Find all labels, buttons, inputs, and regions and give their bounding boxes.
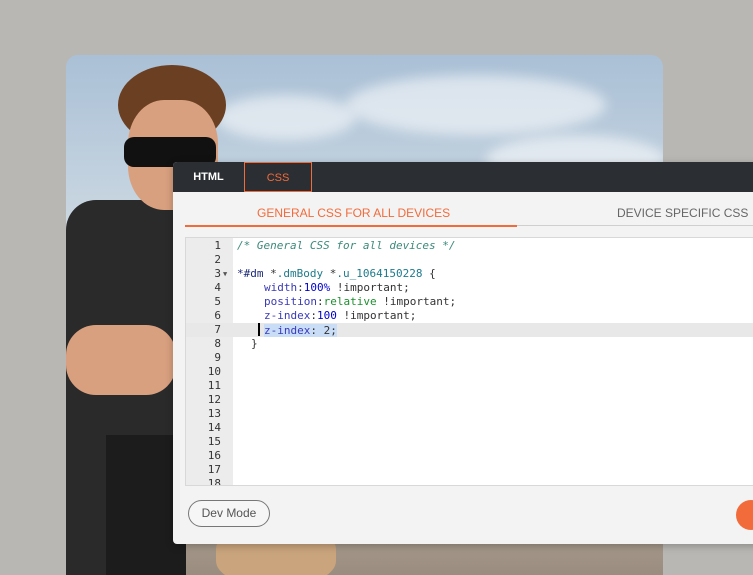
line-number: 10 bbox=[207, 365, 221, 378]
code-token: .dmBody bbox=[276, 267, 324, 280]
line-number: 9 bbox=[214, 351, 221, 364]
code-line: 9 bbox=[186, 351, 753, 365]
line-number: 13 bbox=[207, 407, 221, 420]
code-token: : bbox=[297, 281, 304, 294]
code-line: 13 bbox=[186, 407, 753, 421]
code-line: 5 position:relative !important; bbox=[186, 295, 753, 309]
line-number: 2 bbox=[214, 253, 221, 266]
code-token: { bbox=[422, 267, 436, 280]
code-line: 2 bbox=[186, 253, 753, 267]
code-token: relative bbox=[323, 295, 377, 308]
dev-mode-button[interactable]: Dev Mode bbox=[188, 500, 270, 527]
code-line: 15 bbox=[186, 435, 753, 449]
code-declaration-selected: z-index: 2; bbox=[258, 323, 337, 338]
code-line: 6 z-index:100 !important; bbox=[186, 309, 753, 323]
code-token: z-index bbox=[264, 324, 311, 337]
code-line: 18 bbox=[186, 477, 753, 486]
line-number: 3 bbox=[214, 267, 221, 280]
code-token: .u_1064150228 bbox=[336, 267, 423, 280]
code-token: : bbox=[316, 295, 324, 308]
editor-tab-bar: HTML CSS bbox=[173, 162, 753, 192]
code-line: 1 /* General CSS for all devices */ bbox=[186, 239, 753, 253]
tab-css[interactable]: CSS bbox=[244, 162, 312, 192]
line-number: 4 bbox=[214, 281, 221, 294]
code-line: 8 } bbox=[186, 337, 753, 351]
line-number: 16 bbox=[207, 449, 221, 462]
css-subtabs: GENERAL CSS FOR ALL DEVICES DEVICE SPECI… bbox=[185, 200, 753, 228]
code-token: * bbox=[323, 267, 337, 280]
code-token: * bbox=[237, 267, 244, 280]
code-line: 3 ▼ *#dm *.dmBody *.u_1064150228 { bbox=[186, 267, 753, 281]
code-selector: *#dm *.dmBody *.u_1064150228 { bbox=[237, 267, 436, 281]
active-subtab-indicator bbox=[185, 225, 517, 227]
code-line: 16 bbox=[186, 449, 753, 463]
line-number: 18 bbox=[207, 477, 221, 486]
code-line: 4 width:100% !important; bbox=[186, 281, 753, 295]
code-line: 10 bbox=[186, 365, 753, 379]
code-declaration: position:relative !important; bbox=[264, 295, 456, 309]
code-token: position bbox=[264, 295, 317, 308]
line-number: 6 bbox=[214, 309, 221, 322]
code-token: width bbox=[264, 281, 298, 294]
save-button[interactable] bbox=[736, 500, 753, 530]
line-number: 11 bbox=[207, 379, 221, 392]
code-token: #dm bbox=[243, 267, 264, 280]
code-token: !important; bbox=[376, 295, 457, 308]
line-number: 5 bbox=[214, 295, 221, 308]
tab-html[interactable]: HTML bbox=[173, 162, 244, 192]
subtab-divider bbox=[517, 225, 753, 226]
line-number: 14 bbox=[207, 421, 221, 434]
line-number: 7 bbox=[214, 323, 221, 336]
code-comment: /* General CSS for all devices */ bbox=[237, 239, 456, 252]
code-token: z-index bbox=[264, 309, 311, 322]
code-closing-brace: } bbox=[251, 337, 258, 350]
subtab-device-specific-css[interactable]: DEVICE SPECIFIC CSS bbox=[617, 206, 748, 220]
code-token: * bbox=[263, 267, 277, 280]
code-token: 100% bbox=[303, 281, 331, 294]
fold-arrow-icon[interactable]: ▼ bbox=[223, 267, 227, 281]
code-declaration: z-index:100 !important; bbox=[264, 309, 416, 323]
line-number: 12 bbox=[207, 393, 221, 406]
code-line: 17 bbox=[186, 463, 753, 477]
line-number: 1 bbox=[214, 239, 221, 252]
code-line: 14 bbox=[186, 421, 753, 435]
code-declaration: width:100% !important; bbox=[264, 281, 410, 295]
line-number: 17 bbox=[207, 463, 221, 476]
code-token: !important; bbox=[330, 281, 410, 294]
code-token: : bbox=[310, 309, 317, 322]
code-token: !important; bbox=[336, 309, 417, 322]
code-token: 100 bbox=[316, 309, 337, 322]
text-cursor bbox=[258, 323, 260, 336]
code-line: 11 bbox=[186, 379, 753, 393]
subtab-general-css[interactable]: GENERAL CSS FOR ALL DEVICES bbox=[257, 206, 450, 220]
code-line-active: 7 z-index: 2; bbox=[186, 323, 753, 337]
code-line: 12 bbox=[186, 393, 753, 407]
code-editor[interactable]: 1 /* General CSS for all devices */ 2 3 … bbox=[185, 237, 753, 486]
line-number: 15 bbox=[207, 435, 221, 448]
code-token: : 2; bbox=[310, 324, 337, 337]
line-number: 8 bbox=[214, 337, 221, 350]
code-editor-dialog: HTML CSS GENERAL CSS FOR ALL DEVICES DEV… bbox=[173, 162, 753, 544]
